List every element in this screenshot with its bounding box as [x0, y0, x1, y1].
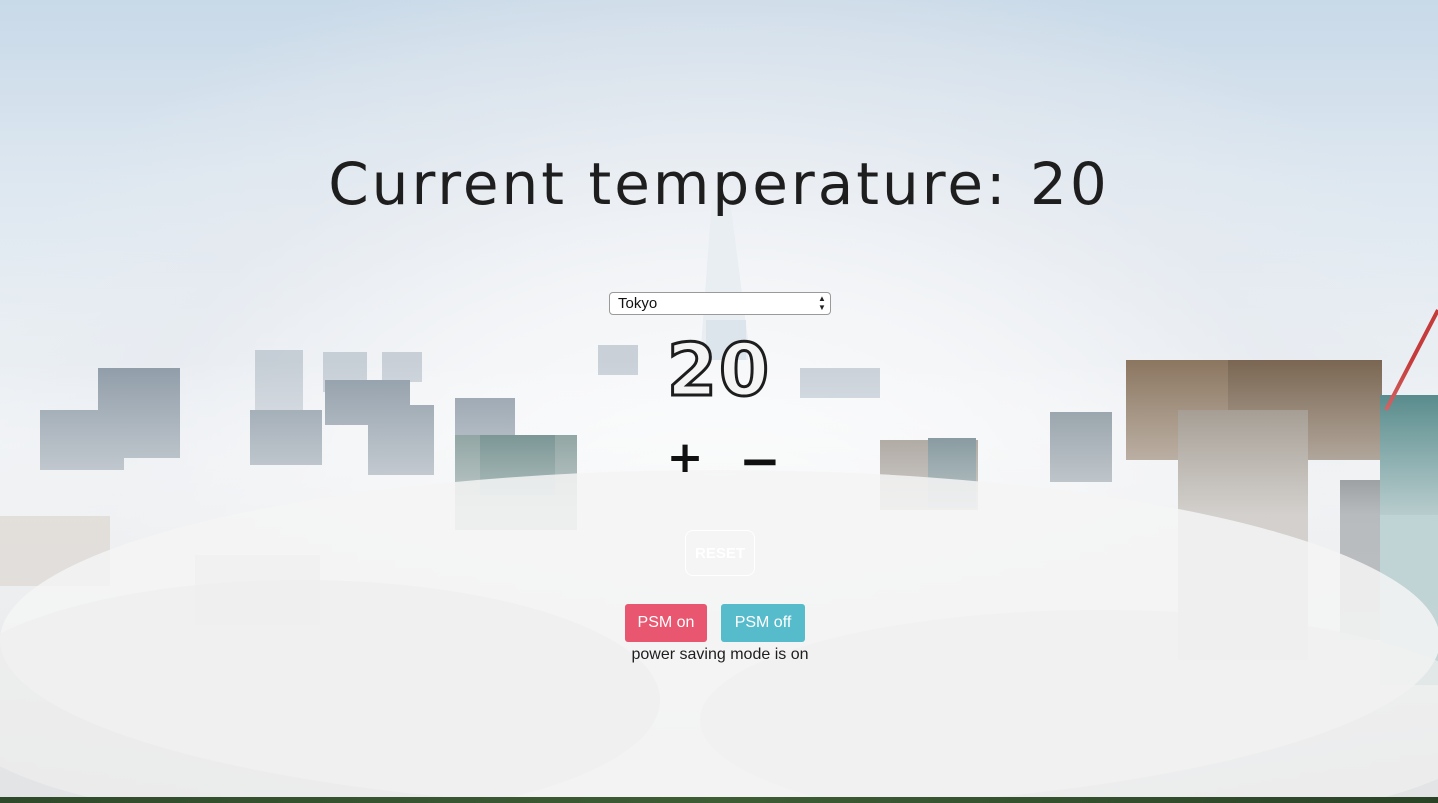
psm-on-button[interactable]: PSM on — [625, 604, 707, 642]
reset-button[interactable]: RESET — [685, 530, 755, 576]
city-select[interactable]: Tokyo — [609, 292, 831, 315]
ground-strip — [0, 797, 1438, 803]
increase-temperature-button[interactable]: + — [665, 436, 705, 480]
page-title: Current temperature: 20 — [328, 150, 1110, 218]
psm-status-text: power saving mode is on — [631, 646, 809, 663]
temperature-display: 20 — [665, 327, 772, 414]
decrease-temperature-button[interactable]: − — [738, 436, 782, 486]
psm-off-button[interactable]: PSM off — [721, 604, 805, 642]
